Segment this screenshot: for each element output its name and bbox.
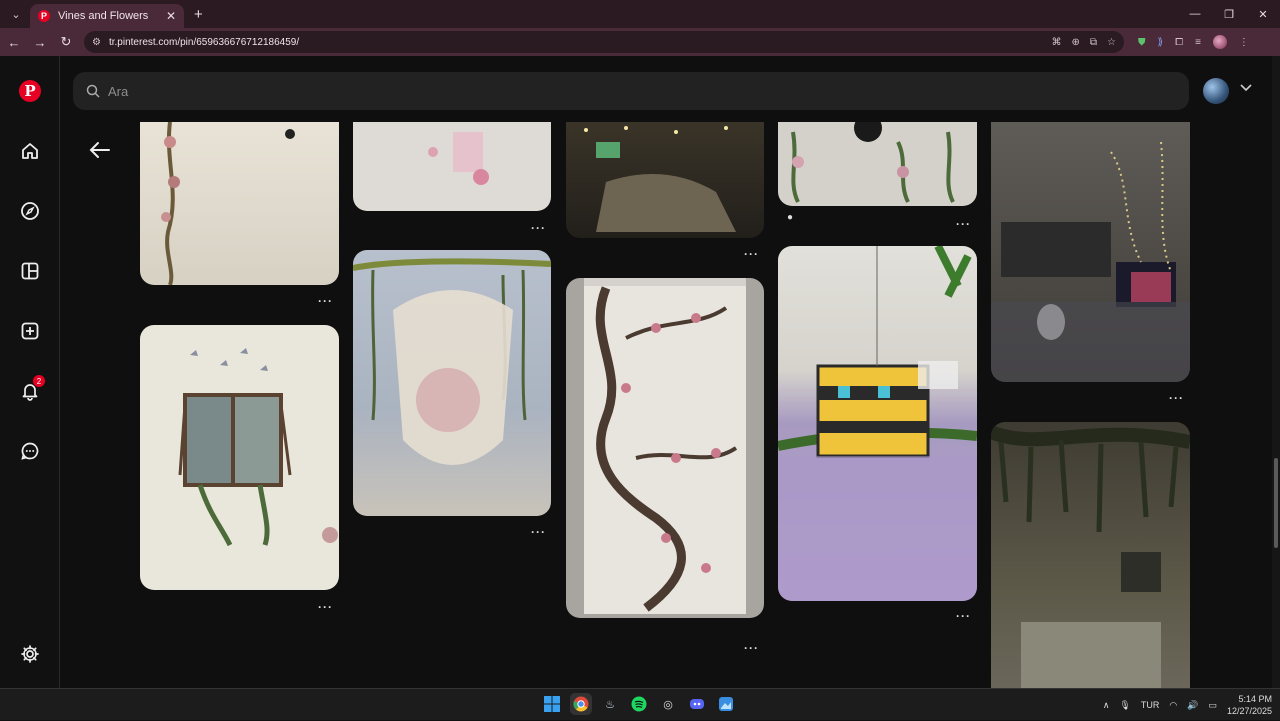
zoom-icon[interactable]: ⊕ xyxy=(1072,37,1080,48)
pinterest-page: P 2 ··· xyxy=(0,56,1280,688)
account-chevron-down-icon[interactable] xyxy=(1240,84,1252,92)
clock-date: 12/27/2025 xyxy=(1226,706,1272,716)
microphone-icon[interactable]: 🎙 xyxy=(1119,700,1130,711)
create-icon[interactable] xyxy=(14,315,46,347)
pin-card-vines-wall[interactable] xyxy=(140,122,339,285)
back-icon[interactable]: ← xyxy=(2,30,26,54)
adblock-shield-icon[interactable]: ⛊ xyxy=(1138,37,1146,48)
menu-dots-icon[interactable]: ⋮ xyxy=(1239,37,1249,48)
minimize-icon[interactable]: — xyxy=(1178,0,1212,28)
site-info-icon[interactable]: ⚙ xyxy=(92,37,101,48)
pin-card-bee-lamp[interactable] xyxy=(778,246,977,601)
battery-icon[interactable]: ▭ xyxy=(1208,700,1217,711)
pin-card-cozy-bedroom[interactable] xyxy=(566,122,764,238)
windows-taskbar: ♨ ◎ ∧ 🎙 TUR ◠ 🔊 ▭ 5:14 PM 12/27/2025 xyxy=(0,688,1280,720)
pin-image xyxy=(584,278,746,614)
pin-card-hanging-chair[interactable] xyxy=(353,250,551,516)
browser-profile-icon[interactable] xyxy=(1212,35,1227,49)
close-window-icon[interactable]: ✕ xyxy=(1246,0,1280,28)
pin-more-options[interactable]: ··· xyxy=(531,221,546,235)
search-bar[interactable] xyxy=(73,72,1189,110)
pin-image xyxy=(353,258,551,465)
steam-icon[interactable]: ♨ xyxy=(599,693,621,715)
install-app-icon[interactable]: ⧉ xyxy=(1090,37,1097,48)
browser-tab-strip: ⌄ P Vines and Flowers ✕ + — ❐ ✕ xyxy=(0,0,1280,28)
sidebar: P 2 xyxy=(0,56,60,688)
tab-search-chevron-icon[interactable]: ⌄ xyxy=(4,4,28,24)
pinterest-favicon-icon: P xyxy=(38,10,50,22)
extension-icon[interactable]: ⟫ xyxy=(1158,37,1164,48)
settings-icon[interactable] xyxy=(14,638,46,670)
volume-icon[interactable]: 🔊 xyxy=(1187,700,1198,711)
pin-more-options[interactable]: ··· xyxy=(956,217,971,231)
pin-card-gaming-room[interactable] xyxy=(991,122,1190,382)
messages-icon[interactable] xyxy=(14,435,46,467)
pin-image xyxy=(584,126,736,232)
pin-more-options[interactable]: ··· xyxy=(1169,391,1184,405)
pin-more-options[interactable]: ··· xyxy=(956,609,971,623)
search-input[interactable] xyxy=(108,83,1189,99)
page-scrollbar[interactable] xyxy=(1272,56,1280,688)
pin-card-pink-decor[interactable] xyxy=(353,122,551,211)
pinterest-logo-mark: P xyxy=(19,80,41,102)
url-text: tr.pinterest.com/pin/659636676712186459/ xyxy=(108,36,300,48)
translate-icon[interactable]: ⌘ xyxy=(1052,37,1062,48)
home-icon[interactable] xyxy=(14,135,46,167)
boards-icon[interactable] xyxy=(14,255,46,287)
browser-tab-active[interactable]: P Vines and Flowers ✕ xyxy=(30,4,184,28)
forward-icon[interactable]: → xyxy=(28,30,52,54)
system-tray: ∧ 🎙 TUR ◠ 🔊 ▭ 5:14 PM 12/27/2025 xyxy=(1103,689,1272,721)
extensions-puzzle-icon[interactable]: ⧠ xyxy=(1175,37,1183,48)
explore-icon[interactable] xyxy=(14,195,46,227)
pin-image xyxy=(428,132,489,185)
discord-icon[interactable] xyxy=(686,693,708,715)
pin-more-options[interactable]: ··· xyxy=(744,641,759,655)
new-tab-icon[interactable]: + xyxy=(194,6,203,23)
pin-image xyxy=(161,122,295,285)
tray-overflow-chevron-icon[interactable]: ∧ xyxy=(1103,700,1110,711)
notifications-icon[interactable]: 2 xyxy=(14,375,46,407)
bookmark-star-icon[interactable]: ☆ xyxy=(1107,37,1116,48)
pin-more-options[interactable]: ··· xyxy=(318,294,333,308)
pin-status-icon: ● xyxy=(787,212,795,223)
pin-image xyxy=(991,141,1190,382)
search-icon xyxy=(86,84,100,98)
windows-start-icon[interactable] xyxy=(541,693,563,715)
window-controls: — ❐ ✕ xyxy=(1178,0,1280,28)
pin-image xyxy=(178,348,338,547)
notification-badge: 2 xyxy=(33,375,45,387)
restore-icon[interactable]: ❐ xyxy=(1212,0,1246,28)
language-indicator[interactable]: TUR xyxy=(1141,700,1160,710)
app-icon[interactable]: ◎ xyxy=(657,693,679,715)
pin-card-butterfly-window[interactable] xyxy=(140,325,339,590)
pin-image xyxy=(791,122,955,203)
taskbar-clock[interactable]: 5:14 PM 12/27/2025 xyxy=(1227,693,1272,717)
photos-icon[interactable] xyxy=(715,693,737,715)
clock-time: 5:14 PM xyxy=(1238,694,1272,704)
pin-card-flower-vines[interactable] xyxy=(778,122,977,206)
extensions-area: ⛊ ⟫ ⧠ ≡ ⋮ xyxy=(1138,35,1249,49)
tab-title: Vines and Flowers xyxy=(58,10,149,22)
browser-toolbar: ← → ↻ ⚙ tr.pinterest.com/pin/65963667671… xyxy=(0,28,1280,56)
omnibox-actions: ⌘ ⊕ ⧉ ☆ xyxy=(1052,37,1117,48)
media-control-icon[interactable]: ≡ xyxy=(1195,37,1201,48)
pin-card-vine-bedroom[interactable] xyxy=(991,422,1190,688)
back-arrow-icon[interactable] xyxy=(86,136,114,164)
spotify-icon[interactable] xyxy=(628,693,650,715)
pin-image xyxy=(778,246,977,601)
scrollbar-thumb[interactable] xyxy=(1274,458,1278,548)
pin-more-options[interactable]: ··· xyxy=(318,600,333,614)
reload-icon[interactable]: ↻ xyxy=(54,30,78,54)
close-tab-icon[interactable]: ✕ xyxy=(166,9,176,23)
taskbar-apps: ♨ ◎ xyxy=(541,693,737,715)
pin-more-options[interactable]: ··· xyxy=(744,247,759,261)
avatar[interactable] xyxy=(1203,78,1229,104)
wifi-icon[interactable]: ◠ xyxy=(1169,700,1177,711)
pin-more-options[interactable]: ··· xyxy=(531,525,546,539)
pin-image xyxy=(991,425,1190,688)
address-bar[interactable]: ⚙ tr.pinterest.com/pin/65963667671218645… xyxy=(84,31,1124,53)
chrome-icon[interactable] xyxy=(570,693,592,715)
pin-card-blossom-door[interactable] xyxy=(566,278,764,618)
pinterest-logo-icon[interactable]: P xyxy=(14,75,46,107)
